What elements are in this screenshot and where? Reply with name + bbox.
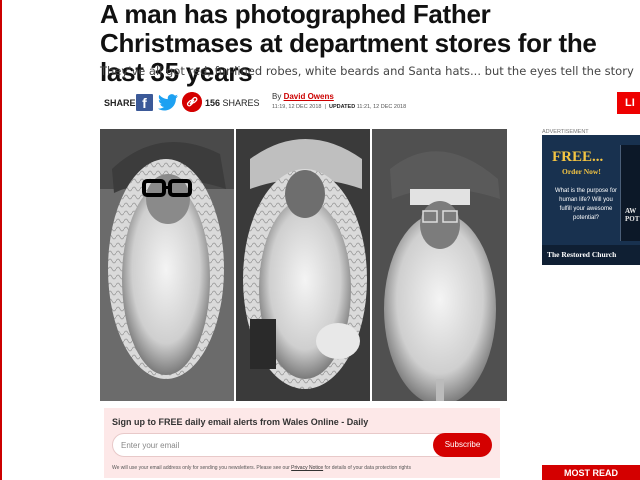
privacy-text-after: for details of your data protection righ… <box>324 465 411 471</box>
privacy-note: We will use your email address only for … <box>112 465 411 471</box>
ad-footer: The Restored Church <box>542 245 640 265</box>
copy-link-icon[interactable] <box>182 92 202 112</box>
ad-book-image: AW POT <box>620 145 640 241</box>
most-read-label: MOST READ <box>564 468 618 478</box>
ad-headline: FREE... <box>552 149 604 165</box>
ad-order-text: Order Now! <box>562 167 601 176</box>
subscribe-button[interactable]: Subscribe <box>433 433 492 457</box>
article-dates: 11:19, 12 DEC 2018 | UPDATED 11:21, 12 D… <box>272 104 407 110</box>
accent-edge-bar <box>0 0 2 480</box>
ad-body-text: What is the purpose for human life? Will… <box>554 188 618 221</box>
signup-title: Sign up to FREE daily email alerts from … <box>112 417 369 427</box>
share-label: SHARE <box>104 98 136 108</box>
ad-book-title: AW POT <box>625 207 640 223</box>
newsletter-signup: Sign up to FREE daily email alerts from … <box>104 408 500 478</box>
email-placeholder: Enter your email <box>121 441 180 450</box>
share-bar: SHARE f 156 SHARES By David Owens 11:19,… <box>104 92 640 114</box>
share-count: 156 SHARES <box>205 98 260 108</box>
sidebar-advertisement[interactable]: FREE... Order Now! What is the purpose f… <box>542 135 640 265</box>
byline: By David Owens <box>272 92 334 101</box>
share-count-label: SHARES <box>222 98 260 108</box>
most-read-header[interactable]: MOST READ <box>542 465 640 480</box>
privacy-text-before: We will use your email address only for … <box>112 465 290 471</box>
privacy-notice-link[interactable]: Privacy Notice <box>291 465 323 471</box>
byline-prefix: By <box>272 92 282 101</box>
updated-label: UPDATED <box>328 104 356 110</box>
article-standfirst: They've all got red, fur-lined robes, wh… <box>100 64 634 78</box>
share-count-value: 156 <box>205 98 221 108</box>
twitter-icon[interactable] <box>158 94 178 111</box>
published-date: 11:19, 12 DEC 2018 <box>272 104 322 110</box>
article-photo <box>100 129 507 401</box>
updated-date: 11:21, 12 DEC 2018 <box>356 104 407 110</box>
author-link[interactable]: David Owens <box>284 92 334 101</box>
live-button[interactable]: LI <box>617 92 640 114</box>
facebook-icon[interactable]: f <box>136 94 153 111</box>
